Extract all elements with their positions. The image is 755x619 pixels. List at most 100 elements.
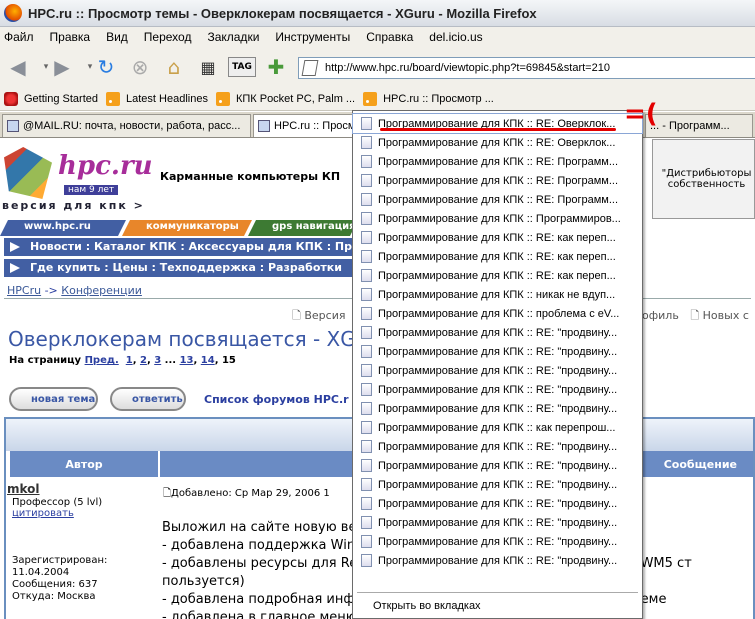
dropdown-item[interactable]: Программирование для КПК :: RE: как пере… [353, 247, 642, 266]
page-icon [301, 60, 319, 76]
site-nav-secondary[interactable]: Где купить : Цены : Техподдержка : Разра… [4, 259, 364, 277]
dropdown-item-label: Программирование для КПК :: как перепрош… [378, 421, 616, 434]
dropdown-item-label: Программирование для КПК :: RE: "продвин… [378, 326, 618, 339]
new-messages-link[interactable]: 🗋 Новых с [690, 309, 749, 322]
tab-label: @MAIL.RU: почта, новости, работа, расс..… [23, 120, 241, 132]
home-icon[interactable]: ⌂ [160, 53, 188, 81]
breadcrumb: HPCru -> Конференции [7, 284, 142, 297]
new-topic-button[interactable]: новая тема [9, 387, 98, 411]
dropdown-item[interactable]: Программирование для КПК :: как перепрош… [353, 418, 642, 437]
page-link[interactable]: 2 [140, 355, 147, 366]
forward-icon[interactable]: ▶ [48, 53, 76, 81]
pagination: На страницу Пред. 1, 2, 3 ... 13, 14, 15 [9, 355, 236, 366]
dropdown-item-label: Программирование для КПК :: RE: "продвин… [378, 516, 618, 529]
page-link[interactable]: 3 [154, 355, 161, 366]
back-icon[interactable]: ◀ [4, 53, 32, 81]
page-link[interactable]: 14 [201, 355, 215, 366]
topic-title[interactable]: Оверклокерам посвящается - XG [8, 327, 356, 351]
dropdown-item-label: Программирование для КПК :: RE: Оверклок… [378, 136, 616, 149]
bookmark-getting-started[interactable]: Getting Started [4, 91, 98, 106]
add-bookmark-icon[interactable]: ✚ [262, 53, 290, 81]
page-icon [361, 288, 372, 301]
dropdown-item[interactable]: Программирование для КПК :: RE: как пере… [353, 228, 642, 247]
dropdown-item[interactable]: Программирование для КПК :: RE: "продвин… [353, 494, 642, 513]
annotation-underline [380, 128, 616, 131]
navigation-toolbar: ◀ ▾ ▶ ▾ ↻ ⊗ ⌂ ▦ TAG ✚ http://www.hpc.ru/… [0, 47, 755, 87]
menu-edit[interactable]: Правка [50, 30, 91, 44]
pagination-prev[interactable]: Пред. [85, 355, 119, 366]
tab-hpc-ru[interactable]: HPC.ru :: Просм [253, 114, 353, 137]
page-link[interactable]: 13 [180, 355, 194, 366]
dropdown-item[interactable]: Программирование для КПК :: RE: "продвин… [353, 437, 642, 456]
firefox-icon [4, 4, 22, 22]
menu-file[interactable]: Файл [4, 30, 34, 44]
dropdown-item[interactable]: Программирование для КПК :: RE: Оверклок… [353, 133, 642, 152]
tab-favicon-icon [7, 120, 19, 132]
tab-label: ... - Программ... [650, 120, 730, 132]
breadcrumb-conferences[interactable]: Конференции [61, 284, 142, 297]
page-icon [361, 516, 372, 529]
pda-version-link[interactable]: версия для кпк > [2, 199, 145, 212]
dropdown-item[interactable]: Программирование для КПК :: проблема с e… [353, 304, 642, 323]
page-icon [361, 307, 372, 320]
dropdown-item[interactable]: Программирование для КПК :: RE: "продвин… [353, 399, 642, 418]
url-text: http://www.hpc.ru/board/viewtopic.php?t=… [325, 62, 610, 74]
dropdown-item[interactable]: Программирование для КПК :: RE: как пере… [353, 266, 642, 285]
page-icon [361, 364, 372, 377]
dropdown-item[interactable]: Программирование для КПК :: RE: "продвин… [353, 475, 642, 494]
reload-icon[interactable]: ↻ [92, 53, 120, 81]
menu-go[interactable]: Переход [144, 30, 192, 44]
print-version-link[interactable]: 🗋 Версия [292, 307, 345, 326]
strip-www-hpc-ru[interactable]: www.hpc.ru [0, 220, 126, 236]
menu-bookmarks[interactable]: Закладки [207, 30, 259, 44]
bookmark-kpk-pocket-pc[interactable]: КПК Pocket PC, Palm ... [215, 91, 355, 106]
menu-delicious[interactable]: del.icio.us [429, 30, 482, 44]
dropdown-item[interactable]: Программирование для КПК :: RE: Программ… [353, 190, 642, 209]
bookmark-latest-headlines[interactable]: Latest Headlines [106, 91, 208, 106]
bookmark-hpc-ru[interactable]: HPC.ru :: Просмотр ... [363, 91, 494, 106]
logo-mark [4, 147, 52, 199]
page-link[interactable]: 1 [126, 355, 133, 366]
tag-icon[interactable]: TAG [228, 57, 256, 77]
page-icon [361, 174, 372, 187]
dropdown-separator [357, 592, 638, 593]
dropdown-item[interactable]: Программирование для КПК :: RE: Программ… [353, 171, 642, 190]
breadcrumb-home[interactable]: HPCru [7, 284, 41, 297]
dropdown-item[interactable]: Программирование для КПК :: RE: "продвин… [353, 513, 642, 532]
quote-link[interactable]: цитировать [12, 508, 74, 519]
dropdown-item[interactable]: Программирование для КПК :: RE: "продвин… [353, 380, 642, 399]
strip-communicators[interactable]: коммуникаторы [122, 220, 252, 236]
reply-button[interactable]: ответить [110, 387, 186, 411]
dropdown-item[interactable]: Программирование для КПК :: RE: "продвин… [353, 342, 642, 361]
profile-link[interactable]: офиль [642, 309, 679, 322]
dropdown-item[interactable]: Программирование для КПК :: Программиров… [353, 209, 642, 228]
page-icon [361, 117, 372, 130]
author-rank: Профессор (5 lvl) [12, 497, 103, 508]
rss-icon [215, 91, 230, 106]
tab-mail-ru[interactable]: @MAIL.RU: почта, новости, работа, расс..… [2, 114, 251, 137]
dropdown-item-label: Программирование для КПК :: RE: Программ… [378, 155, 618, 168]
dropdown-item[interactable]: Программирование для КПК :: RE: Программ… [353, 152, 642, 171]
dropdown-item[interactable]: Программирование для КПК :: RE: "продвин… [353, 323, 642, 342]
stop-icon[interactable]: ⊗ [126, 53, 154, 81]
ad-banner[interactable]: "Дистрибьюторы собственность [652, 139, 755, 219]
dropdown-item[interactable]: Программирование для КПК :: RE: "продвин… [353, 456, 642, 475]
dropdown-item[interactable]: Программирование для КПК :: RE: "продвин… [353, 361, 642, 380]
strip-gps[interactable]: gps навигация [248, 220, 358, 236]
site-nav-primary[interactable]: Новости : Каталог КПК : Аксессуары для К… [4, 238, 364, 256]
bookmark-label: HPC.ru :: Просмотр ... [383, 92, 494, 105]
url-bar[interactable]: http://www.hpc.ru/board/viewtopic.php?t=… [298, 57, 755, 79]
dropdown-item[interactable]: Программирование для КПК :: RE: "продвин… [353, 551, 642, 570]
open-in-tabs-item[interactable]: Открыть во вкладках [373, 600, 481, 612]
title-bar: HPC.ru :: Просмотр темы - Оверклокерам п… [0, 0, 755, 27]
post-author[interactable]: mkol [7, 482, 40, 496]
forum-list-link[interactable]: Список форумов HPC.r [204, 393, 349, 406]
menu-help[interactable]: Справка [366, 30, 413, 44]
dropdown-item[interactable]: Программирование для КПК :: RE: "продвин… [353, 532, 642, 551]
bookmark-toolbar-icon[interactable]: ▦ [194, 53, 222, 81]
dropdown-item[interactable]: Программирование для КПК :: никак не вду… [353, 285, 642, 304]
menu-tools[interactable]: Инструменты [275, 30, 350, 44]
tab-programming[interactable]: ... - Программ... [645, 114, 753, 137]
menu-view[interactable]: Вид [106, 30, 128, 44]
page-ellipsis: ... [164, 355, 177, 366]
